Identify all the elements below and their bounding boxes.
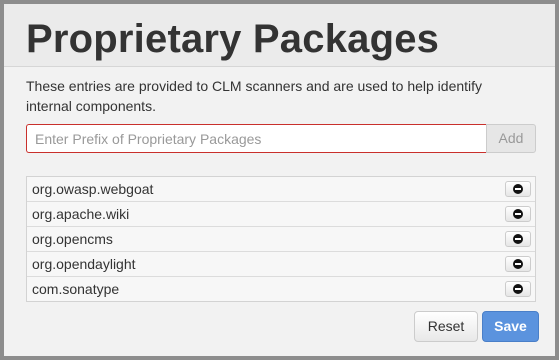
minus-circle-icon bbox=[513, 184, 523, 194]
remove-package-button[interactable] bbox=[505, 231, 531, 247]
package-name: com.sonatype bbox=[32, 281, 120, 297]
list-item: org.owasp.webgoat bbox=[27, 177, 535, 202]
package-list: org.owasp.webgoat org.apache.wiki org.op… bbox=[26, 176, 536, 302]
package-name: org.opendaylight bbox=[32, 256, 136, 272]
remove-package-button[interactable] bbox=[505, 256, 531, 272]
save-button[interactable]: Save bbox=[482, 311, 539, 342]
minus-circle-icon bbox=[513, 209, 523, 219]
list-item: org.opencms bbox=[27, 227, 535, 252]
remove-package-button[interactable] bbox=[505, 206, 531, 222]
package-name: org.owasp.webgoat bbox=[32, 181, 154, 197]
minus-circle-icon bbox=[513, 234, 523, 244]
page-title: Proprietary Packages bbox=[26, 17, 440, 61]
reset-button[interactable]: Reset bbox=[414, 311, 478, 342]
dialog-description: These entries are provided to CLM scanne… bbox=[26, 78, 483, 114]
package-name: org.apache.wiki bbox=[32, 206, 130, 222]
proprietary-packages-dialog: Proprietary Packages These entries are p… bbox=[0, 0, 559, 360]
list-item: com.sonatype bbox=[27, 277, 535, 301]
minus-circle-icon bbox=[513, 284, 523, 294]
list-item: org.opendaylight bbox=[27, 252, 535, 277]
package-name: org.opencms bbox=[32, 231, 113, 247]
prefix-input[interactable] bbox=[26, 124, 486, 153]
minus-circle-icon bbox=[513, 259, 523, 269]
remove-package-button[interactable] bbox=[505, 181, 531, 197]
add-button[interactable]: Add bbox=[486, 124, 536, 153]
remove-package-button[interactable] bbox=[505, 281, 531, 297]
dialog-header: Proprietary Packages bbox=[4, 4, 555, 67]
list-item: org.apache.wiki bbox=[27, 202, 535, 227]
